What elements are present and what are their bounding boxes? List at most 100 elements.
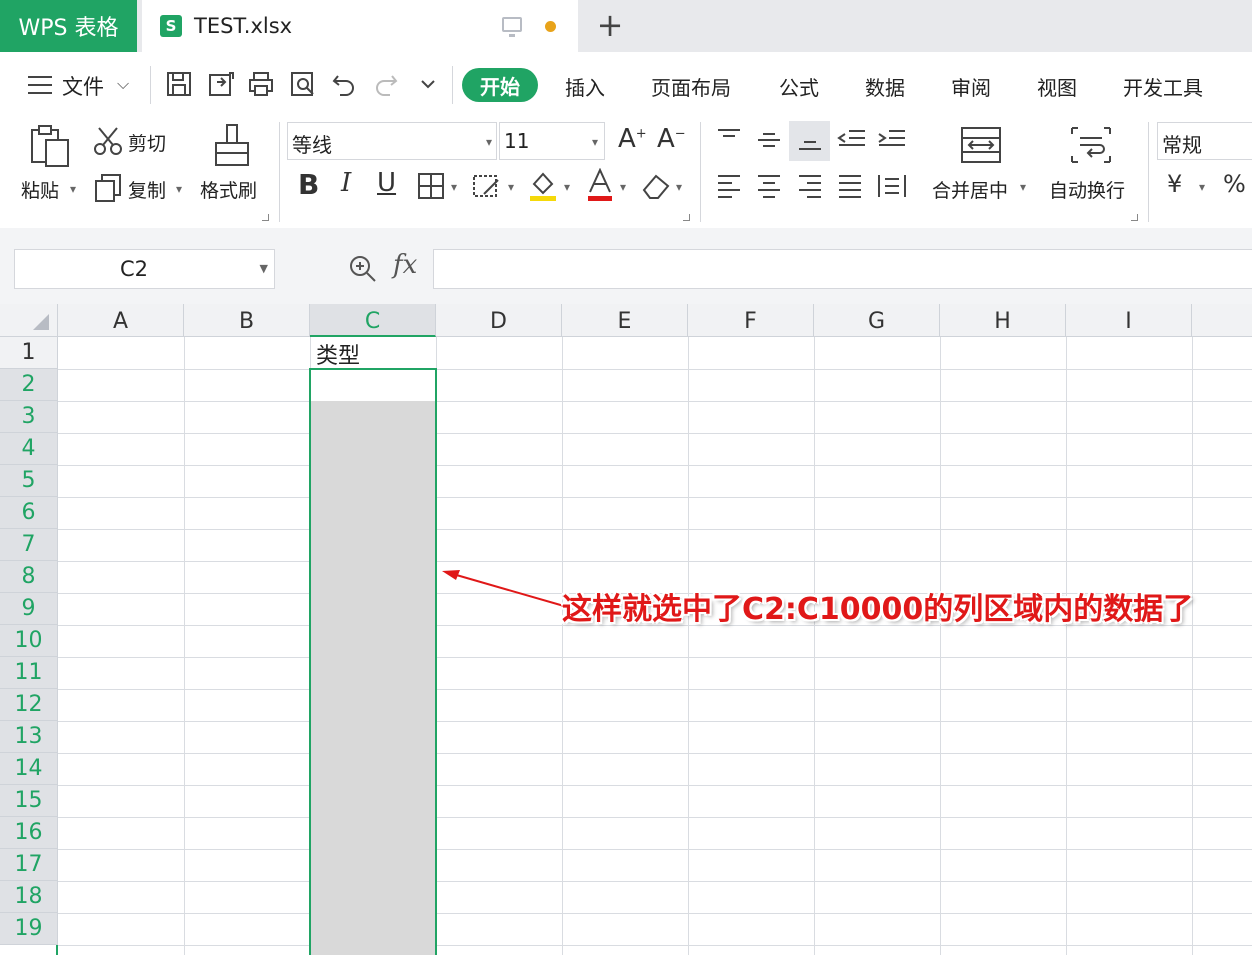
currency-dropdown[interactable]: ▾ (1199, 180, 1205, 194)
save-icon[interactable] (165, 70, 193, 98)
column-header-c[interactable]: C (310, 304, 436, 337)
row-header[interactable]: 7 (0, 529, 58, 561)
increase-indent-icon[interactable] (877, 128, 907, 152)
select-all-button[interactable] (0, 304, 58, 337)
column-header-g[interactable]: G (814, 304, 940, 337)
font-color-dropdown[interactable]: ▾ (620, 180, 626, 194)
tab-data[interactable]: 数据 (865, 72, 905, 101)
row-header[interactable]: 17 (0, 849, 58, 881)
wrap-text-icon[interactable] (1070, 126, 1112, 164)
tab-insert[interactable]: 插入 (565, 72, 605, 101)
paste-button[interactable]: 粘贴 (21, 176, 59, 203)
wrap-text-button[interactable]: 自动换行 (1049, 176, 1125, 203)
row-header[interactable]: 1 (0, 337, 58, 369)
new-tab-button[interactable]: + (592, 8, 628, 44)
export-icon[interactable] (207, 70, 235, 98)
copy-dropdown[interactable]: ▾ (176, 182, 182, 196)
column-header-e[interactable]: E (562, 304, 688, 337)
borders-icon[interactable] (417, 172, 445, 200)
print-icon[interactable] (247, 70, 275, 98)
row-header[interactable]: 13 (0, 721, 58, 753)
align-middle-icon[interactable] (756, 128, 782, 152)
file-menu[interactable]: 文件 (62, 71, 104, 101)
scissors-icon[interactable] (93, 126, 123, 156)
tab-formulas[interactable]: 公式 (779, 72, 819, 101)
row-header[interactable]: 14 (0, 753, 58, 785)
eraser-icon[interactable] (640, 172, 672, 200)
eraser-dropdown[interactable]: ▾ (676, 180, 682, 194)
row-header[interactable]: 5 (0, 465, 58, 497)
italic-button[interactable]: I (341, 168, 351, 198)
app-home-tab[interactable]: WPS 表格 (0, 0, 137, 52)
merge-center-button[interactable]: 合并居中 (932, 176, 1008, 203)
monitor-icon[interactable] (502, 17, 522, 37)
formula-input[interactable] (433, 249, 1252, 289)
column-header-a[interactable]: A (58, 304, 184, 337)
column-header-d[interactable]: D (436, 304, 562, 337)
font-expand[interactable] (683, 214, 690, 221)
chevron-down-icon[interactable]: ⌵ (117, 74, 129, 94)
tab-start[interactable]: 开始 (462, 68, 538, 102)
row-header[interactable]: 18 (0, 881, 58, 913)
column-header-f[interactable]: F (688, 304, 814, 337)
tab-review[interactable]: 审阅 (951, 72, 991, 101)
column-header-b[interactable]: B (184, 304, 310, 337)
tab-developer[interactable]: 开发工具 (1123, 72, 1203, 101)
row-header[interactable]: 3 (0, 401, 58, 433)
font-color-icon[interactable] (586, 168, 614, 202)
row-header[interactable]: 19 (0, 913, 58, 945)
row-header[interactable]: 8 (0, 561, 58, 593)
column-header-h[interactable]: H (940, 304, 1066, 337)
paste-icon[interactable] (28, 122, 72, 168)
column-header-partial[interactable] (1192, 304, 1252, 337)
decrease-font-icon[interactable]: A− (657, 124, 686, 154)
borders-dropdown[interactable]: ▾ (451, 180, 457, 194)
row-header[interactable]: 2 (0, 369, 58, 401)
fill-color-dropdown[interactable]: ▾ (564, 180, 570, 194)
undo-icon[interactable] (330, 70, 358, 98)
underline-button[interactable]: U (377, 168, 396, 198)
redo-icon[interactable] (372, 70, 400, 98)
align-top-icon[interactable] (716, 128, 742, 152)
distributed-align-icon[interactable] (877, 173, 907, 199)
bold-button[interactable]: B (298, 168, 319, 201)
row-header[interactable]: 15 (0, 785, 58, 817)
hamburger-icon[interactable] (28, 76, 52, 94)
function-button[interactable]: fx (393, 250, 417, 280)
print-preview-icon[interactable] (289, 70, 317, 98)
currency-button[interactable]: ¥ (1167, 170, 1182, 198)
format-painter-button[interactable]: 格式刷 (200, 176, 257, 203)
decrease-indent-icon[interactable] (837, 128, 867, 152)
merge-center-icon[interactable] (960, 126, 1002, 164)
justify-icon[interactable] (837, 173, 863, 199)
row-header[interactable]: 12 (0, 689, 58, 721)
align-center-icon[interactable] (756, 173, 782, 199)
more-icon[interactable] (414, 70, 442, 98)
align-right-icon[interactable] (797, 173, 823, 199)
increase-font-icon[interactable]: A+ (618, 124, 647, 154)
cut-button[interactable]: 剪切 (128, 129, 166, 156)
align-bottom-icon[interactable] (797, 128, 823, 152)
row-header[interactable]: 6 (0, 497, 58, 529)
row-header[interactable]: 11 (0, 657, 58, 689)
row-header[interactable]: 4 (0, 433, 58, 465)
clipboard-expand[interactable] (262, 214, 269, 221)
merge-center-dropdown[interactable]: ▾ (1020, 180, 1026, 194)
row-header[interactable]: 9 (0, 593, 58, 625)
paste-dropdown[interactable]: ▾ (70, 182, 76, 196)
name-box[interactable]: C2 ▼ (14, 249, 275, 289)
document-tab[interactable]: S TEST.xlsx (142, 0, 578, 52)
cell-c1[interactable]: 类型 (316, 338, 360, 370)
column-header-i[interactable]: I (1066, 304, 1192, 337)
percent-button[interactable]: % (1223, 170, 1246, 198)
number-format-select[interactable]: 常规 (1157, 122, 1252, 160)
align-left-icon[interactable] (716, 173, 742, 199)
font-size-select[interactable]: 11 ▾ (499, 122, 605, 160)
row-header[interactable]: 10 (0, 625, 58, 657)
clear-format-dropdown[interactable]: ▾ (508, 180, 514, 194)
zoom-icon[interactable] (348, 254, 378, 284)
alignment-expand[interactable] (1131, 214, 1138, 221)
copy-button[interactable]: 复制 (128, 176, 166, 203)
row-header[interactable]: 16 (0, 817, 58, 849)
copy-icon[interactable] (94, 173, 122, 203)
